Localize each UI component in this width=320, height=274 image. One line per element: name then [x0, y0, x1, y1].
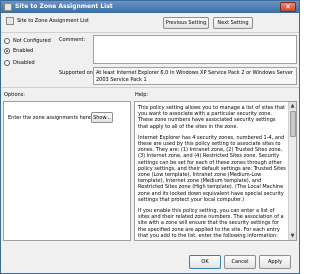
policy-icon — [4, 3, 12, 11]
radio-label-disabled: Disabled — [13, 60, 35, 66]
title-bar[interactable]: Site to Zone Assignment List ✕ — [1, 1, 299, 13]
zone-assignments-label: Enter the zone assignments here: — [8, 115, 93, 121]
apply-button[interactable]: Apply — [259, 255, 291, 269]
comment-label: Comment: — [59, 37, 86, 43]
ok-button[interactable]: OK — [189, 255, 221, 269]
help-paragraph: This policy setting allows you to manage… — [138, 105, 285, 130]
previous-setting-button[interactable]: Previous Setting — [163, 17, 209, 29]
help-paragraph: If you enable this policy setting, you c… — [138, 208, 284, 239]
options-pane: Enter the zone assignments here: Show... — [3, 101, 131, 241]
help-paragraph: Internet Explorer has 4 security zones, … — [138, 134, 286, 203]
window-title: Site to Zone Assignment List — [15, 3, 113, 10]
supported-on-value: At least Internet Explorer 6.0 in Window… — [96, 70, 293, 83]
divider — [1, 87, 299, 88]
options-label: Options: — [4, 92, 25, 98]
radio-enabled[interactable] — [4, 48, 10, 54]
close-icon: ✕ — [285, 3, 291, 11]
help-scrollbar[interactable]: ▲ ▼ — [288, 102, 296, 240]
scroll-up-arrow-icon[interactable]: ▲ — [289, 102, 296, 110]
comment-field[interactable] — [93, 35, 297, 64]
supported-on-label: Supported on: — [59, 70, 95, 76]
cancel-button[interactable]: Cancel — [224, 255, 256, 269]
show-button[interactable]: Show... — [91, 112, 113, 123]
setting-icon — [6, 17, 14, 25]
radio-disabled[interactable] — [4, 60, 10, 66]
radio-label-not-configured: Not Configured — [13, 38, 51, 44]
setting-header: Site to Zone Assignment List — [1, 13, 299, 33]
help-pane: This policy setting allows you to manage… — [134, 101, 297, 241]
scroll-thumb[interactable] — [290, 111, 296, 137]
close-button[interactable]: ✕ — [280, 2, 296, 12]
radio-not-configured[interactable] — [4, 38, 10, 44]
help-text: This policy setting allows you to manage… — [138, 105, 286, 240]
next-setting-button[interactable]: Next Setting — [213, 17, 253, 29]
radio-label-enabled: Enabled — [13, 48, 34, 54]
scroll-down-arrow-icon[interactable]: ▼ — [289, 232, 296, 240]
help-label: Help: — [135, 92, 149, 98]
setting-name: Site to Zone Assignment List — [17, 18, 89, 24]
dialog-window: Site to Zone Assignment List ✕ Site to Z… — [0, 0, 300, 274]
